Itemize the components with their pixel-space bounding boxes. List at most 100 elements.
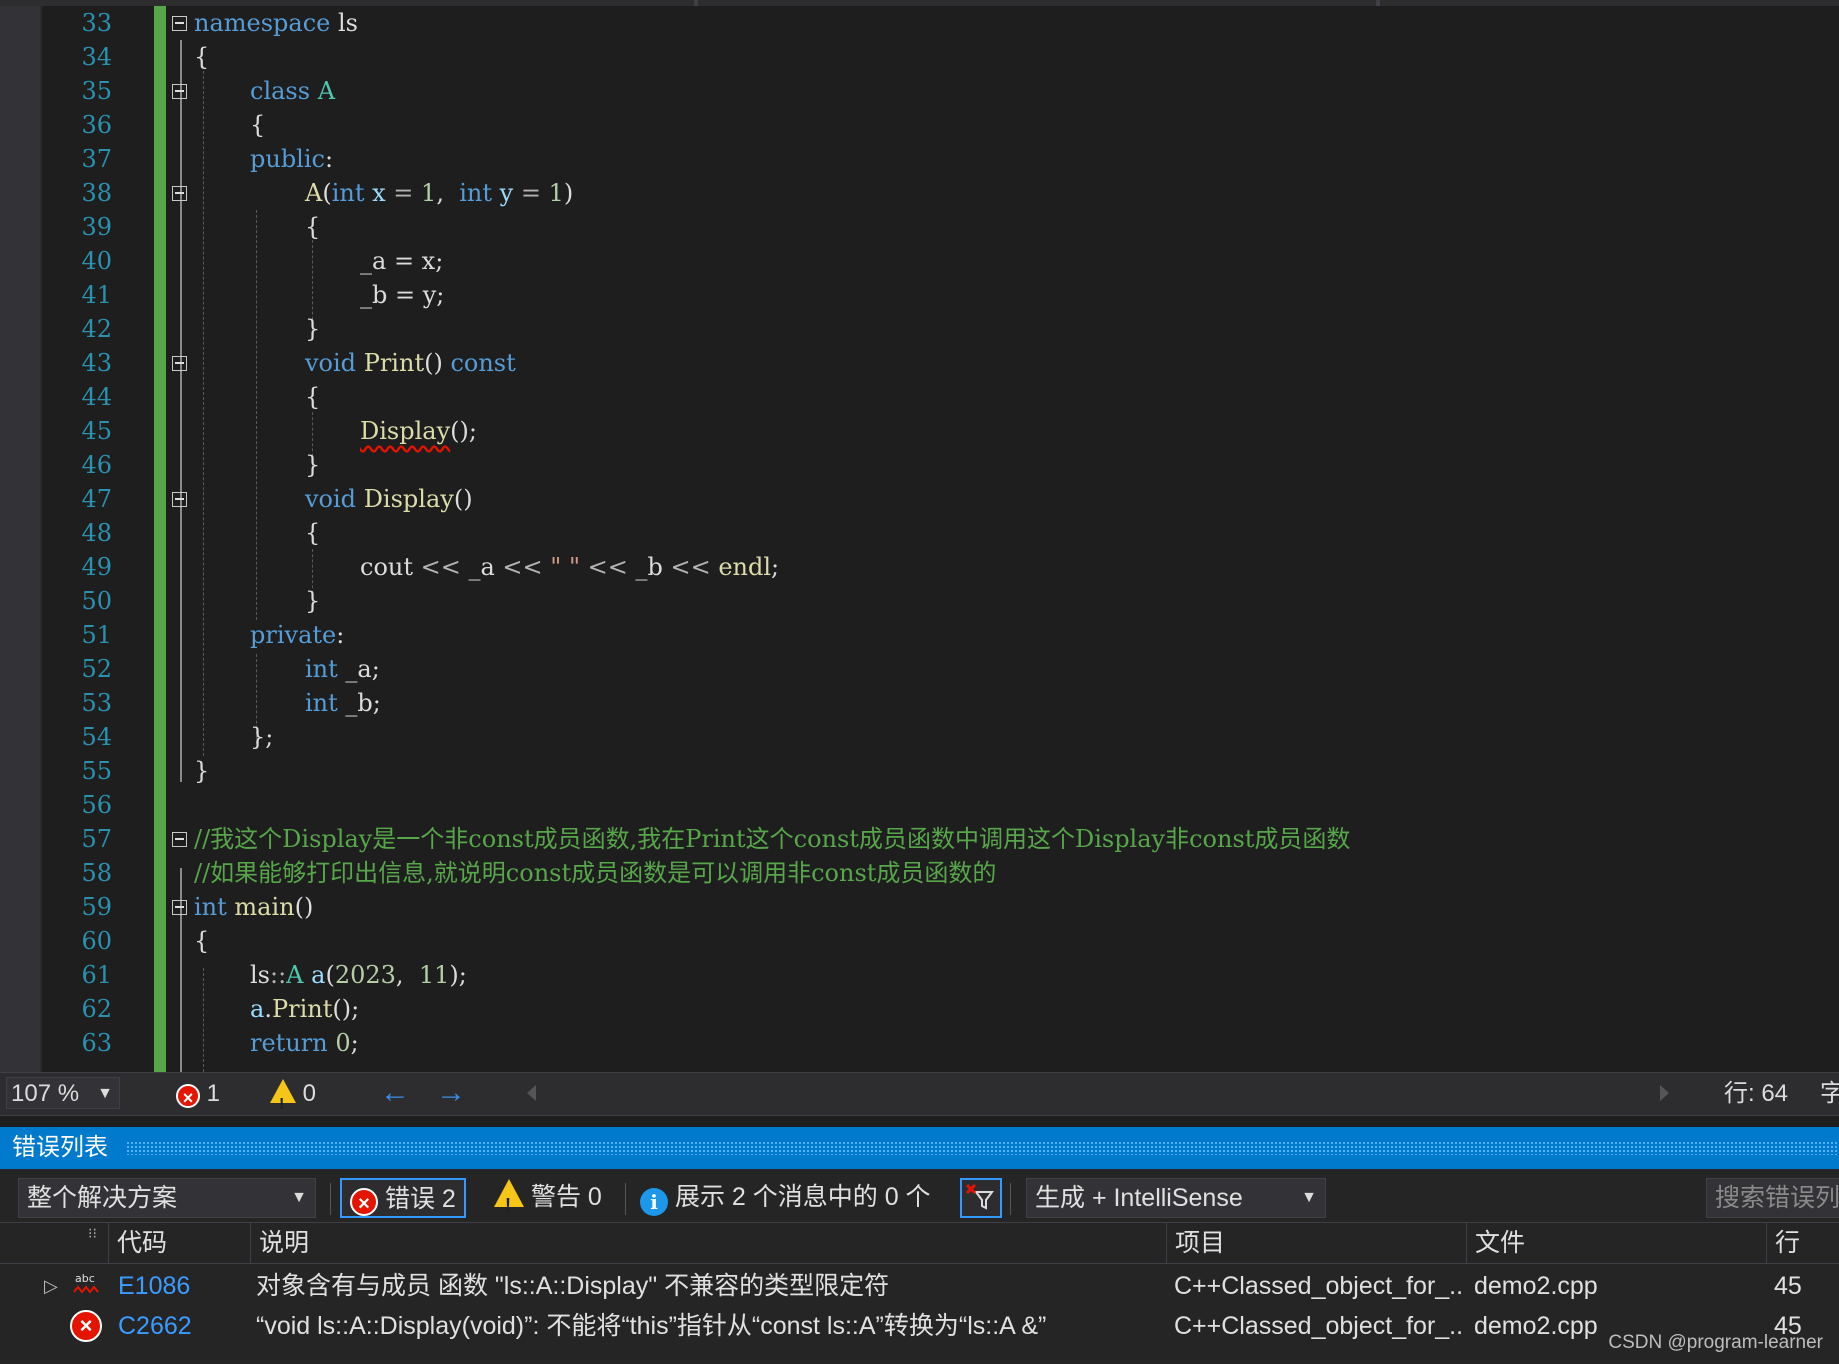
column-header-file[interactable]: 文件 [1466, 1223, 1766, 1263]
collapse-icon[interactable] [172, 832, 187, 847]
collapse-icon[interactable] [172, 900, 187, 915]
code-line-40[interactable]: 40 _a = x; [0, 244, 1839, 278]
code-line-33[interactable]: 33 namespace ls [0, 6, 1839, 40]
scope-dropdown[interactable]: 整个解决方案 ▼ [18, 1178, 316, 1218]
code-line-50[interactable]: 50 } [0, 584, 1839, 618]
code-line-48[interactable]: 48 { [0, 516, 1839, 550]
line-number: 52 [81, 655, 112, 683]
search-placeholder: 搜索错误列表 [1715, 1184, 1839, 1212]
arrow-right-icon[interactable]: → [436, 1073, 466, 1113]
column-label: 文件 [1475, 1229, 1526, 1257]
error-list-titlebar[interactable]: 错误列表 [0, 1127, 1839, 1169]
line-number: 34 [81, 43, 112, 71]
column-header-line[interactable]: 行 [1766, 1223, 1839, 1263]
column-options-icon[interactable]: ⁝⁝ [88, 1225, 97, 1242]
keyword: int [459, 179, 492, 207]
drag-grip[interactable] [126, 1141, 1839, 1155]
code-line-34[interactable]: 34 { [0, 40, 1839, 74]
function-call-error[interactable]: Display [360, 417, 450, 445]
code-line-42[interactable]: 42 } [0, 312, 1839, 346]
table-row[interactable]: × C2662 “void ls::A::Display(void)”: 不能将… [0, 1306, 1839, 1346]
collapse-icon[interactable] [172, 84, 187, 99]
code-line-49[interactable]: 49 cout << _a << " " << _b << endl; [0, 550, 1839, 584]
identifier: _a; [337, 655, 380, 683]
code-line-59[interactable]: 59 int main() [0, 890, 1839, 924]
warning-count-indicator[interactable]: ! 0 [270, 1073, 316, 1115]
search-errors-input[interactable]: 搜索错误列表 [1706, 1178, 1839, 1218]
line-number: 40 [81, 247, 112, 275]
code-line-54[interactable]: 54 }; [0, 720, 1839, 754]
code-line-35[interactable]: 35 class A [0, 74, 1839, 108]
punct: () [453, 485, 473, 513]
messages-filter-button[interactable]: i 展示 2 个消息中的 0 个 [640, 1178, 931, 1218]
code-line-47[interactable]: 47 void Display() [0, 482, 1839, 516]
punct: (); [450, 417, 477, 445]
error-file: demo2.cpp [1474, 1272, 1598, 1300]
error-code-link[interactable]: E1086 [118, 1266, 190, 1306]
code-line-38[interactable]: 38 A(int x = 1, int y = 1) [0, 176, 1839, 210]
code-line-53[interactable]: 53 int _b; [0, 686, 1839, 720]
brace: { [250, 111, 266, 139]
punct: : [336, 621, 345, 649]
class-name: A [317, 77, 336, 105]
code-line-39[interactable]: 39 { [0, 210, 1839, 244]
collapse-icon[interactable] [172, 356, 187, 371]
code-line-44[interactable]: 44 { [0, 380, 1839, 414]
table-row[interactable]: ▷ abc E1086 对象含有与成员 函数 "ls::A::Display" … [0, 1266, 1839, 1306]
code-line-51[interactable]: 51 private: [0, 618, 1839, 652]
code-line-37[interactable]: 37 public: [0, 142, 1839, 176]
code-line-43[interactable]: 43 void Print() const [0, 346, 1839, 380]
separator [1010, 1183, 1011, 1215]
error-count-indicator[interactable]: × 1 [176, 1073, 220, 1115]
code-line-57[interactable]: 57 //我这个Display是一个非const成员函数,我在Print这个co… [0, 822, 1839, 856]
column-header-code[interactable]: 代码 [108, 1223, 250, 1263]
line-number: 57 [81, 825, 112, 853]
horizontal-scrollbar[interactable] [520, 1081, 1670, 1105]
punct: , [436, 179, 460, 207]
code-line-58[interactable]: 58 //如果能够打印出信息,就说明const成员函数是可以调用非const成员… [0, 856, 1839, 890]
code-line-60[interactable]: 60 { [0, 924, 1839, 958]
error-code-link[interactable]: C2662 [118, 1306, 192, 1346]
class-name: A [286, 961, 304, 989]
code-line-55[interactable]: 55 } [0, 754, 1839, 788]
code-line-63[interactable]: 63 return 0; [0, 1026, 1839, 1060]
collapse-icon[interactable] [172, 186, 187, 201]
code-line-46[interactable]: 46 } [0, 448, 1839, 482]
filter-button[interactable] [960, 1178, 1002, 1218]
operator: = [393, 179, 414, 207]
source-dropdown[interactable]: 生成 + IntelliSense ▼ [1026, 1178, 1326, 1218]
code-line-36[interactable]: 36 { [0, 108, 1839, 142]
code-editor[interactable]: 33 namespace ls 34 { 35 class A 36 { 37 … [0, 6, 1839, 1072]
column-header-project[interactable]: 项目 [1166, 1223, 1466, 1263]
line-number: 46 [81, 451, 112, 479]
column-header-description[interactable]: 说明 [250, 1223, 1166, 1263]
scroll-right-icon[interactable] [1660, 1085, 1669, 1101]
collapse-icon[interactable] [172, 16, 187, 31]
zoom-dropdown[interactable]: 107 % ▼ [6, 1077, 120, 1109]
code-line-45[interactable]: 45 Display(); [0, 414, 1839, 448]
expand-icon[interactable]: ▷ [44, 1266, 58, 1306]
code-line-41[interactable]: 41 _b = y; [0, 278, 1839, 312]
operator: << [494, 553, 551, 581]
scroll-left-icon[interactable] [527, 1085, 536, 1101]
code-line-56[interactable]: 56 [0, 788, 1839, 822]
line-number: 47 [81, 485, 112, 513]
arrow-left-icon[interactable]: ← [380, 1073, 410, 1113]
line-number: 43 [81, 349, 112, 377]
collapse-icon[interactable] [172, 492, 187, 507]
error-icon: × [176, 1084, 200, 1108]
identifier: endl [718, 553, 772, 581]
code-line-61[interactable]: 61 ls::A a(2023, 11); [0, 958, 1839, 992]
error-list-toolbar: 整个解决方案 ▼ × 错误 2 ! 警告 0 i 展示 2 个消息中的 0 个 … [0, 1175, 1839, 1223]
chevron-down-icon: ▼ [97, 1085, 113, 1102]
code-line-62[interactable]: 62 a.Print(); [0, 992, 1839, 1026]
errors-filter-label: 错误 2 [384, 1185, 456, 1213]
errors-filter-button[interactable]: × 错误 2 [340, 1178, 466, 1218]
warnings-filter-button[interactable]: ! 警告 0 [494, 1178, 602, 1218]
warning-icon: ! [270, 1079, 296, 1113]
line-number: 50 [81, 587, 112, 615]
code-line-52[interactable]: 52 int _a; [0, 652, 1839, 686]
punct: ) [563, 179, 574, 207]
